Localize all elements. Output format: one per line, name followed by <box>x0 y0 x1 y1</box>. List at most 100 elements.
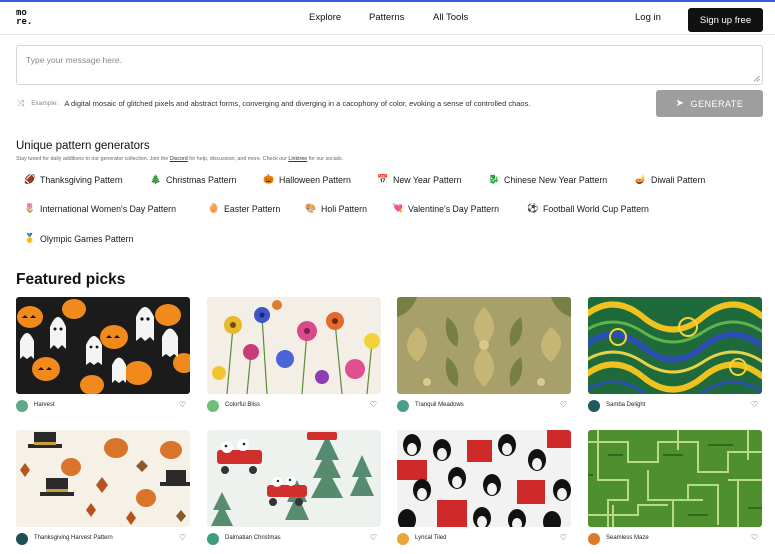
avatar <box>16 533 28 545</box>
subtitle-text-2: for help, discussion, and more. Check ou… <box>187 156 289 162</box>
dragon-icon: 🐉 <box>488 174 500 184</box>
generator-christmas[interactable]: 🎄 Christmas Pattern <box>150 174 236 185</box>
football-icon: 🏈 <box>24 174 36 184</box>
calendar-icon: 📅 <box>377 174 389 184</box>
generators-subtitle: Stay tuned for daily additions to our ge… <box>16 156 343 162</box>
avatar <box>588 400 600 412</box>
heart-icon[interactable]: ♡ <box>370 533 377 542</box>
signup-button[interactable]: Sign up free <box>688 8 763 32</box>
nav-explore[interactable]: Explore <box>309 12 341 23</box>
heart-arrow-icon: 💘 <box>392 203 404 213</box>
medal-icon: 🥇 <box>24 233 36 243</box>
generate-label: GENERATE <box>690 98 744 109</box>
card-meta: Colorful Bliss ♡ <box>207 399 381 413</box>
card-meta: Samba Delight ♡ <box>588 399 762 413</box>
generator-thanksgiving[interactable]: 🏈 Thanksgiving Pattern <box>24 174 123 185</box>
heart-icon[interactable]: ♡ <box>560 400 567 409</box>
pattern-thumbnail[interactable] <box>397 297 571 394</box>
nav-all-tools[interactable]: All Tools <box>433 12 468 23</box>
pattern-thumbnail[interactable] <box>588 297 762 394</box>
pattern-thumbnail[interactable] <box>16 430 190 527</box>
generator-label: Christmas Pattern <box>166 174 237 185</box>
login-link[interactable]: Log in <box>635 12 661 23</box>
card-title: Harvest <box>34 402 55 408</box>
generator-label: Football World Cup Pattern <box>543 203 649 214</box>
resize-handle-icon[interactable] <box>753 75 760 82</box>
card-meta: Harvest ♡ <box>16 399 190 413</box>
message-placeholder: Type your message here. <box>26 55 122 65</box>
send-icon: ➤ <box>675 98 685 109</box>
subtitle-text-3: for our socials. <box>307 156 344 162</box>
card-meta: Seamless Maze ♡ <box>588 532 762 546</box>
featured-title: Featured picks <box>16 271 126 288</box>
nav-patterns[interactable]: Patterns <box>369 12 404 23</box>
card-title: Seamless Maze <box>606 535 649 541</box>
pattern-thumbnail[interactable] <box>588 430 762 527</box>
avatar <box>397 533 409 545</box>
pumpkin-icon: 🎃 <box>263 174 275 184</box>
generator-label: International Women's Day Pattern <box>40 203 176 214</box>
message-input[interactable]: Type your message here. <box>16 45 763 85</box>
heart-icon[interactable]: ♡ <box>179 400 186 409</box>
card-title: Dalmatian Christmas <box>225 535 281 541</box>
generator-world-cup[interactable]: ⚽ Football World Cup Pattern <box>527 203 649 214</box>
avatar <box>16 400 28 412</box>
pattern-thumbnail[interactable] <box>207 297 381 394</box>
generator-chinese-new-year[interactable]: 🐉 Chinese New Year Pattern <box>488 174 607 185</box>
generator-halloween[interactable]: 🎃 Halloween Pattern <box>263 174 351 185</box>
card-meta: Tranquil Meadows ♡ <box>397 399 571 413</box>
pattern-thumbnail[interactable] <box>207 430 381 527</box>
generator-valentines[interactable]: 💘 Valentine's Day Pattern <box>392 203 499 214</box>
card-title: Colorful Bliss <box>225 402 261 408</box>
generator-new-year[interactable]: 📅 New Year Pattern <box>377 174 461 185</box>
example-text[interactable]: A digital mosaic of glitched pixels and … <box>64 99 530 108</box>
generator-easter[interactable]: 🥚 Easter Pattern <box>208 203 280 214</box>
soccer-ball-icon: ⚽ <box>527 203 539 213</box>
pattern-thumbnail[interactable] <box>397 430 571 527</box>
card-meta: Dalmatian Christmas ♡ <box>207 532 381 546</box>
heart-icon[interactable]: ♡ <box>751 400 758 409</box>
card-meta: Thanksgiving Harvest Pattern ♡ <box>16 532 190 546</box>
logo-line-2: re. <box>16 17 33 27</box>
generator-label: Easter Pattern <box>224 203 281 214</box>
generate-button[interactable]: ➤ GENERATE <box>656 90 763 117</box>
generator-label: Valentine's Day Pattern <box>408 203 500 214</box>
card-title: Tranquil Meadows <box>415 402 464 408</box>
avatar <box>207 400 219 412</box>
avatar <box>588 533 600 545</box>
card-title: Samba Delight <box>606 402 646 408</box>
avatar <box>397 400 409 412</box>
generator-label: Holi Pattern <box>321 203 367 214</box>
generator-olympics[interactable]: 🥇 Olympic Games Pattern <box>24 233 133 244</box>
generator-womens-day[interactable]: 🌷 International Women's Day Pattern <box>24 203 176 214</box>
card-meta: Lyrical Tiled ♡ <box>397 532 571 546</box>
heart-icon[interactable]: ♡ <box>370 400 377 409</box>
linktree-link[interactable]: Linktree <box>288 156 307 162</box>
discord-link[interactable]: Discord <box>170 156 188 162</box>
diya-lamp-icon: 🪔 <box>635 174 647 184</box>
heart-icon[interactable]: ♡ <box>179 533 186 542</box>
palette-icon: 🎨 <box>305 203 317 213</box>
generator-label: Chinese New Year Pattern <box>504 174 608 185</box>
example-row: ⤨ Example: A digital mosaic of glitched … <box>17 97 530 109</box>
generators-title: Unique pattern generators <box>16 140 150 152</box>
generator-holi[interactable]: 🎨 Holi Pattern <box>305 203 367 214</box>
generator-diwali[interactable]: 🪔 Diwali Pattern <box>635 174 705 185</box>
pattern-thumbnail[interactable] <box>16 297 190 394</box>
tree-icon: 🎄 <box>150 174 162 184</box>
generator-label: Halloween Pattern <box>279 174 351 185</box>
generator-label: Thanksgiving Pattern <box>40 174 123 185</box>
avatar <box>207 533 219 545</box>
header: mo re. Explore Patterns All Tools Log in… <box>0 2 775 35</box>
generator-label: New Year Pattern <box>393 174 462 185</box>
subtitle-text-1: Stay tuned for daily additions to our ge… <box>16 156 170 162</box>
tulip-icon: 🌷 <box>24 203 36 213</box>
logo[interactable]: mo re. <box>16 9 36 27</box>
shuffle-icon[interactable]: ⤨ <box>17 98 24 109</box>
generator-label: Diwali Pattern <box>651 174 706 185</box>
egg-icon: 🥚 <box>208 203 220 213</box>
heart-icon[interactable]: ♡ <box>751 533 758 542</box>
heart-icon[interactable]: ♡ <box>560 533 567 542</box>
generator-label: Olympic Games Pattern <box>40 233 134 244</box>
example-label: Example: <box>31 99 59 107</box>
